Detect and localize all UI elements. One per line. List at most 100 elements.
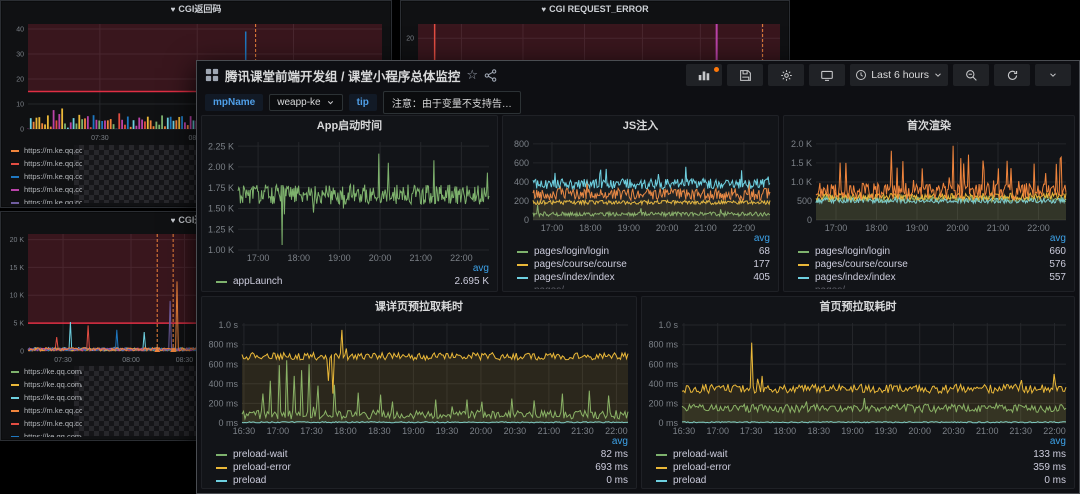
legend-row[interactable]: preload0 ms (206, 474, 628, 486)
zoom-out-button[interactable] (953, 64, 989, 86)
svg-text:21:30: 21:30 (571, 426, 594, 436)
legend-row[interactable]: preload0 ms (646, 474, 1066, 486)
svg-text:20 K: 20 K (10, 237, 25, 244)
dashboard-grid-icon (205, 68, 219, 82)
legend-avg-header[interactable]: avg (646, 436, 1066, 448)
tip-note-box: 注意：由于变量不支持告… (383, 91, 521, 114)
star-icon[interactable]: ☆ (466, 67, 478, 83)
alert-heart-icon: ♥ (171, 216, 176, 225)
series-color-dash (11, 410, 19, 412)
svg-text:21:00: 21:00 (409, 253, 432, 263)
series-color-dash (11, 150, 19, 152)
svg-text:800: 800 (514, 139, 529, 149)
panel-title[interactable]: 首页预拉取耗时 (642, 297, 1074, 317)
svg-text:21:00: 21:00 (538, 426, 561, 436)
legend-row[interactable]: preload-wait82 ms (206, 448, 628, 461)
svg-text:0: 0 (20, 126, 24, 133)
svg-text:18:30: 18:30 (368, 426, 391, 436)
refresh-button[interactable] (994, 64, 1030, 86)
chevron-down-icon (933, 70, 943, 80)
legend-row[interactable]: pages/course/course177 (507, 258, 770, 271)
panel-js-inject: JS注入 800600400200017:0018:0019:0020:0021… (502, 115, 779, 292)
series-color-dash (11, 189, 19, 191)
legend: avg pages/login/login68pages/course/cour… (507, 233, 770, 289)
svg-text:1.50 K: 1.50 K (208, 204, 234, 214)
svg-text:20:00: 20:00 (369, 253, 392, 263)
svg-text:08:00: 08:00 (122, 357, 140, 364)
alert-heart-icon: ♥ (171, 5, 176, 14)
svg-text:19:00: 19:00 (906, 223, 929, 233)
legend-row[interactable]: pages/index/index405 (507, 271, 770, 284)
graph-home-preload[interactable]: 1.0 s800 ms600 ms400 ms200 ms0 ms16:3017… (644, 317, 1072, 436)
add-panel-button[interactable] (686, 64, 722, 86)
panel-title[interactable]: ♥CGI返回码 (2, 2, 390, 17)
panel-title[interactable]: 课详页预拉取耗时 (202, 297, 636, 317)
svg-text:400 ms: 400 ms (208, 379, 238, 389)
svg-text:1.0 s: 1.0 s (658, 320, 678, 330)
svg-text:07:30: 07:30 (54, 357, 72, 364)
series-color-dash (11, 371, 19, 373)
variables-submenu: mpName weapp-ke tip 注意：由于变量不支持告… (197, 89, 1079, 115)
legend: avg appLaunch2.695 K (206, 263, 489, 289)
share-icon[interactable] (484, 69, 497, 82)
legend-row[interactable]: pages/login/login68 (507, 245, 770, 258)
chevron-down-icon (1048, 70, 1058, 80)
legend-row[interactable]: appLaunch2.695 K (206, 275, 489, 288)
svg-text:16:30: 16:30 (673, 426, 696, 436)
save-dashboard-button[interactable] (727, 64, 763, 86)
time-range-picker[interactable]: Last 6 hours (850, 64, 948, 86)
legend-avg-header[interactable]: avg (206, 436, 628, 448)
legend-row[interactable]: preload-error693 ms (206, 461, 628, 474)
panel-title[interactable]: JS注入 (503, 116, 778, 136)
dashboard-title: 腾讯课堂前端开发组 / 课堂小程序总体监控 (225, 66, 460, 85)
panel-title[interactable]: 首次渲染 (784, 116, 1074, 136)
svg-text:22:00: 22:00 (1027, 223, 1050, 233)
graph-course-preload[interactable]: 1.0 s800 ms600 ms400 ms200 ms0 ms16:3017… (204, 317, 634, 436)
tv-cycle-button[interactable] (809, 64, 845, 86)
svg-text:16:30: 16:30 (233, 426, 256, 436)
graph-first-render[interactable]: 2.0 K1.5 K1.0 K500017:0018:0019:0020:002… (786, 136, 1072, 233)
svg-text:22:00: 22:00 (450, 253, 473, 263)
panel-title[interactable]: App启动时间 (202, 116, 497, 136)
svg-text:17:30: 17:30 (300, 426, 323, 436)
legend-avg-header[interactable]: avg (206, 263, 489, 275)
svg-text:19:00: 19:00 (841, 426, 864, 436)
svg-text:1.75 K: 1.75 K (208, 183, 234, 193)
svg-text:200: 200 (514, 196, 529, 206)
legend-row[interactable]: pages/…… (507, 284, 770, 289)
legend-avg-header[interactable]: avg (788, 233, 1066, 245)
svg-text:18:00: 18:00 (334, 426, 357, 436)
svg-text:600 ms: 600 ms (208, 359, 238, 369)
svg-text:20:00: 20:00 (470, 426, 493, 436)
graph-js-inject[interactable]: 800600400200017:0018:0019:0020:0021:0022… (505, 136, 776, 233)
refresh-interval-dropdown[interactable] (1035, 64, 1071, 86)
svg-text:400 ms: 400 ms (648, 379, 678, 389)
svg-text:1.5 K: 1.5 K (791, 158, 812, 168)
legend-row[interactable]: preload-wait133 ms (646, 448, 1066, 461)
legend-row[interactable]: preload-error359 ms (646, 461, 1066, 474)
variable-value-dropdown[interactable]: weapp-ke (269, 94, 342, 111)
panel-title[interactable]: ♥CGI REQUEST_ERROR (402, 2, 788, 17)
svg-text:17:00: 17:00 (825, 223, 848, 233)
legend-row[interactable]: pages/index/index557 (788, 271, 1066, 284)
svg-text:40: 40 (16, 26, 24, 33)
legend-row[interactable]: pages/login/login660 (788, 245, 1066, 258)
time-range-label: Last 6 hours (871, 69, 929, 81)
legend-avg-header[interactable]: avg (507, 233, 770, 245)
legend-row[interactable]: pages/…… (788, 284, 1066, 289)
graph-app-launch[interactable]: 2.25 K2.00 K1.75 K1.50 K1.25 K1.00 K17:0… (204, 136, 495, 263)
svg-text:2.0 K: 2.0 K (791, 139, 812, 149)
series-color-dash (517, 277, 528, 279)
svg-text:500: 500 (797, 196, 812, 206)
svg-text:30: 30 (16, 51, 24, 58)
settings-gear-button[interactable] (768, 64, 804, 86)
svg-text:2.25 K: 2.25 K (208, 141, 234, 151)
svg-text:10: 10 (16, 101, 24, 108)
series-color-dash (216, 281, 227, 283)
series-color-dash (656, 480, 667, 482)
svg-text:20: 20 (16, 76, 24, 83)
legend-row[interactable]: pages/course/course576 (788, 258, 1066, 271)
navbar-actions: Last 6 hours (686, 64, 1071, 86)
series-color-dash (11, 176, 19, 178)
svg-text:18:00: 18:00 (579, 223, 602, 233)
